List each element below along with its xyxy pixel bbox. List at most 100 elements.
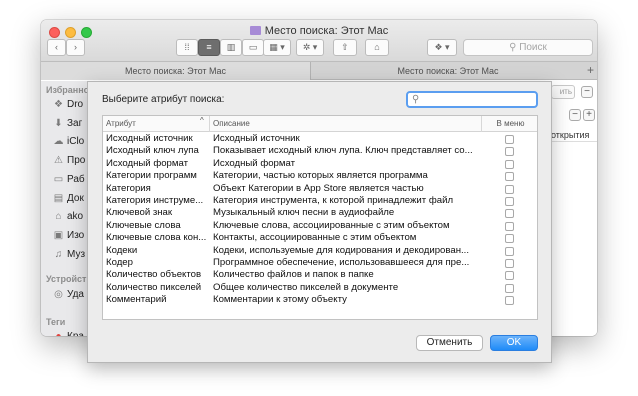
table-row[interactable]: Исходный формат Исходный формат	[103, 157, 537, 170]
cancel-button[interactable]: Отменить	[416, 335, 483, 351]
sidebar-item[interactable]: ▣ Изо	[53, 230, 84, 241]
sort-ascending-icon: ^	[200, 116, 204, 125]
table-row[interactable]: Категория инструме... Категория инструмен…	[103, 194, 537, 207]
in-menu-checkbox[interactable]	[505, 135, 514, 144]
table-row[interactable]: Количество пикселей Общее количество пикс…	[103, 282, 537, 294]
table-row[interactable]: Исходный ключ лупа Показывает исходный кл…	[103, 145, 537, 157]
in-menu-checkbox[interactable]	[505, 196, 514, 206]
ok-button[interactable]: OK	[490, 335, 538, 351]
sidebar-item[interactable]: ▭ Раб	[53, 174, 85, 185]
in-menu-checkbox[interactable]	[505, 209, 514, 219]
sidebar-item[interactable]: ⬇ Заг	[53, 118, 82, 129]
view-columns-button[interactable]: ▥	[220, 39, 242, 56]
sidebar-item[interactable]: ●Кра	[53, 331, 83, 336]
column-header-date-opened[interactable]: открытия	[551, 128, 597, 142]
attribute-name: Ключевые слова кон...	[106, 232, 207, 244]
attribute-description: Исходный источник	[213, 133, 300, 144]
list-view-icon: ≡	[206, 42, 212, 52]
in-menu-checkbox[interactable]	[505, 147, 514, 157]
in-menu-checkbox[interactable]	[505, 246, 514, 256]
column-header-attribute[interactable]: Атрибут	[103, 116, 210, 132]
attribute-name: Комментарий	[106, 294, 167, 306]
action-button[interactable]: ✲ ▾	[296, 39, 324, 56]
sidebar-item[interactable]: ⌂ ako	[53, 211, 83, 222]
table-row[interactable]: Ключевой знак Музыкальный ключ песни в ау…	[103, 207, 537, 219]
attribute-name: Категория инструме...	[106, 194, 204, 206]
sidebar-item[interactable]: ❖ Dro	[53, 99, 83, 110]
back-button[interactable]: ‹	[47, 39, 66, 56]
finder-search-field[interactable]: ⚲ Поиск	[463, 39, 593, 56]
sidebar-item[interactable]: ♫ Муз	[53, 249, 85, 260]
table-row[interactable]: Количество объектов Количество файлов и п…	[103, 269, 537, 281]
attribute-name: Исходный формат	[106, 157, 189, 169]
sidebar-item-label: Уда	[67, 289, 84, 300]
edit-tags-button[interactable]: ⌂	[365, 39, 389, 56]
sidebar-item[interactable]: ◎ Уда	[53, 289, 84, 300]
view-list-button[interactable]: ≡	[198, 39, 220, 56]
icloud-icon: ☁	[53, 136, 64, 148]
sidebar-item-label: Заг	[67, 117, 83, 129]
in-menu-checkbox[interactable]	[505, 258, 514, 268]
sidebar: Избранно ❖ Dro ⬇ Заг ☁ iClo ⚠ Про ▭ Раб ▤ Док ⌂ ako ▣ И…	[41, 81, 88, 336]
column-header-description[interactable]: Описание	[210, 116, 482, 132]
attribute-name: Кодеки	[106, 244, 138, 256]
add-rule-button[interactable]: +	[583, 109, 595, 121]
table-row[interactable]: Категории программ Категории, частью кото…	[103, 170, 537, 182]
remove-criteria-button[interactable]: −	[581, 86, 593, 98]
attribute-name: Ключевые слова	[106, 219, 181, 231]
attribute-description: Категории, частью которых является прогр…	[213, 170, 428, 182]
attribute-search-input[interactable]: ⚲	[406, 91, 538, 108]
table-row[interactable]: Кодеки Кодеки, используемые для кодирован…	[103, 244, 537, 257]
in-menu-checkbox[interactable]	[505, 184, 514, 194]
view-coverflow-button[interactable]: ▭	[242, 39, 264, 56]
column-header-in-menu[interactable]: В меню	[482, 116, 537, 132]
in-menu-checkbox[interactable]	[505, 271, 514, 281]
in-menu-checkbox[interactable]	[505, 296, 514, 306]
sidebar-item[interactable]: ☁ iClo	[53, 136, 85, 148]
sidebar-item-label: ako	[67, 211, 84, 223]
table-row[interactable]: Кодер Программное обеспечение, использова…	[103, 257, 537, 269]
dropbox-icon: ❖ ▾	[434, 42, 450, 52]
table-row[interactable]: Ключевые слова кон... Контакты, ассоцииро…	[103, 232, 537, 244]
title-bar: Место поиска: Этот Mac ‹ › ⁞⁞ ≡ ▥ ▭ ▦ ▾ …	[41, 20, 597, 62]
search-icon: ⚲	[509, 42, 520, 53]
attribute-description: Музыкальный ключ песни в аудиофайле	[213, 207, 395, 219]
attribute-description: Объект Категории в App Store является ча…	[213, 182, 424, 194]
save-search-button[interactable]: ить	[551, 85, 575, 99]
sidebar-item[interactable]: ▤ Док	[53, 193, 84, 204]
arrange-button[interactable]: ▦ ▾	[263, 39, 291, 56]
icon-view-icon: ⁞⁞	[184, 42, 190, 52]
share-button[interactable]: ⇧	[333, 39, 357, 56]
remove-rule-button[interactable]: −	[569, 109, 581, 121]
sidebar-favorites-header: Избранно	[46, 85, 88, 95]
tag-icon: ⌂	[374, 42, 380, 52]
sidebar-item[interactable]: ⚠ Про	[53, 155, 85, 166]
sidebar-item-label: Муз	[67, 248, 86, 260]
table-row[interactable]: Исходный источник Исходный источник	[103, 133, 537, 145]
attribute-name: Количество объектов	[106, 269, 202, 281]
dropbox-icon: ❖	[54, 99, 63, 110]
in-menu-checkbox[interactable]	[505, 234, 514, 244]
chevron-right-icon: ›	[74, 42, 77, 52]
tab-search-1[interactable]: Место поиска: Этот Mac	[41, 62, 311, 80]
forward-button[interactable]: ›	[66, 39, 85, 56]
sidebar-item-label: Про	[67, 155, 86, 167]
attribute-description: Кодеки, используемые для кодирования и д…	[213, 244, 470, 256]
in-menu-checkbox[interactable]	[505, 159, 514, 169]
attribute-description: Комментарии к этому объекту	[213, 294, 347, 306]
attribute-description: Ключевые слова, ассоциированные с этим о…	[213, 219, 450, 231]
new-tab-button[interactable]: +	[584, 62, 597, 80]
sidebar-item-label: iClo	[67, 136, 85, 148]
attribute-name: Ключевой знак	[106, 207, 173, 219]
table-row[interactable]: Комментарий Комментарии к этому объекту	[103, 294, 537, 306]
in-menu-checkbox[interactable]	[505, 283, 514, 293]
attribute-description: Показывает исходный ключ лупа. Ключ пред…	[213, 145, 473, 157]
tab-search-2[interactable]: Место поиска: Этот Mac	[312, 62, 584, 80]
chevron-left-icon: ‹	[55, 42, 58, 52]
in-menu-checkbox[interactable]	[505, 221, 514, 231]
in-menu-checkbox[interactable]	[505, 172, 514, 182]
table-row[interactable]: Ключевые слова Ключевые слова, ассоцииров…	[103, 219, 537, 232]
view-icons-button[interactable]: ⁞⁞	[176, 39, 198, 56]
dropbox-button[interactable]: ❖ ▾	[427, 39, 457, 56]
table-row[interactable]: Категория Объект Категории в App Store яв…	[103, 182, 537, 195]
